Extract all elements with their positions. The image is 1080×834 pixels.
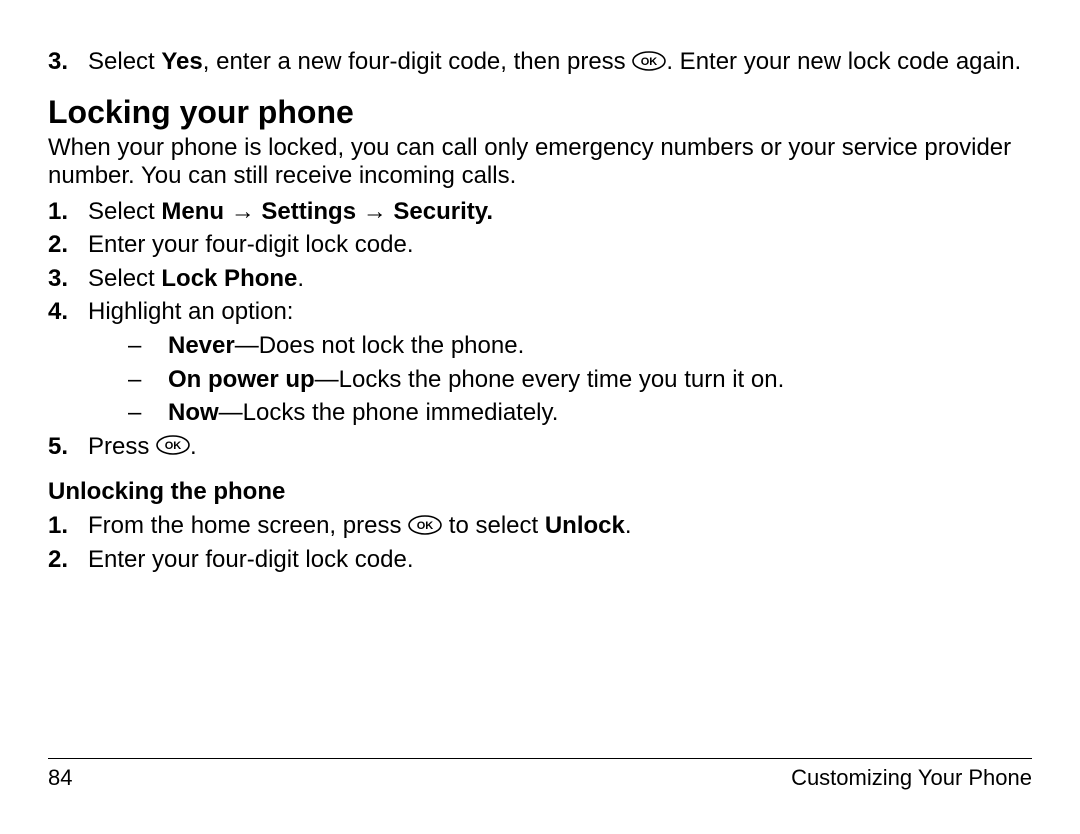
section-intro: When your phone is locked, you can call … <box>48 134 1032 189</box>
page-content: 3. Select Yes, enter a new four-digit co… <box>48 48 1032 758</box>
page-number: 84 <box>48 765 72 790</box>
lock-option-never: – Never—Does not lock the phone. <box>128 332 1032 360</box>
locking-step-4: 4. Highlight an option: <box>48 298 1032 326</box>
unlocking-step-2: 2. Enter your four-digit lock code. <box>48 546 1032 574</box>
svg-text:OK: OK <box>417 520 434 532</box>
changing-code-step-3: 3. Select Yes, enter a new four-digit co… <box>48 48 1032 76</box>
svg-text:OK: OK <box>641 56 658 68</box>
locking-steps-list-cont: 5. Press OK. <box>48 433 1032 461</box>
page-footer: 84 Customizing Your Phone <box>48 758 1032 790</box>
svg-text:OK: OK <box>165 440 182 452</box>
locking-step-2: 2. Enter your four-digit lock code. <box>48 231 1032 259</box>
ok-button-icon: OK <box>632 51 666 71</box>
ok-button-icon: OK <box>156 435 190 455</box>
locking-steps-list: 1. Select Menu → Settings → Security. 2.… <box>48 198 1032 326</box>
section-heading-locking: Locking your phone <box>48 94 1032 131</box>
locking-step-5: 5. Press OK. <box>48 433 1032 461</box>
chapter-name: Customizing Your Phone <box>791 765 1032 790</box>
lock-options-list: – Never—Does not lock the phone. – On po… <box>128 332 1032 427</box>
unlocking-step-1: 1. From the home screen, press OK to sel… <box>48 512 1032 540</box>
locking-step-1: 1. Select Menu → Settings → Security. <box>48 198 1032 226</box>
unlocking-steps-list: 1. From the home screen, press OK to sel… <box>48 512 1032 573</box>
ok-button-icon: OK <box>408 515 442 535</box>
locking-step-3: 3. Select Lock Phone. <box>48 265 1032 293</box>
step-number: 3. <box>48 48 88 76</box>
subsection-heading-unlocking: Unlocking the phone <box>48 478 1032 506</box>
lock-option-now: – Now—Locks the phone immediately. <box>128 399 1032 427</box>
step-text: Select Yes, enter a new four-digit code,… <box>88 48 1021 76</box>
lock-option-power-up: – On power up—Locks the phone every time… <box>128 366 1032 394</box>
